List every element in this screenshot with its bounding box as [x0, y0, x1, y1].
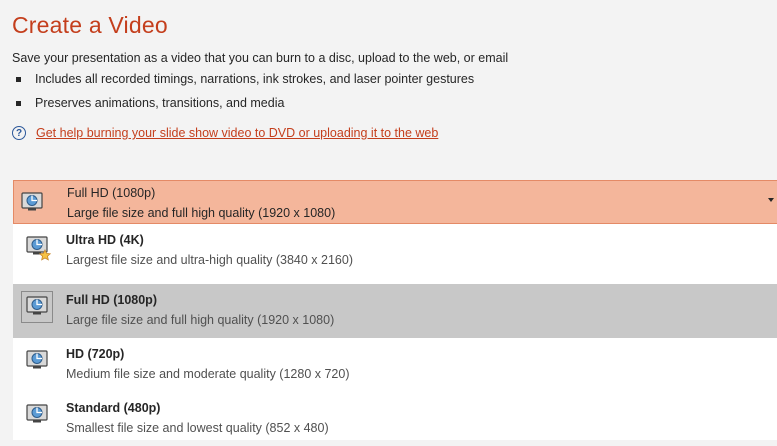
- quality-menu: Ultra HD (4K) Largest file size and ultr…: [13, 224, 777, 440]
- option-full-hd[interactable]: Full HD (1080p) Large file size and full…: [13, 284, 777, 338]
- feature-item: Includes all recorded timings, narration…: [16, 72, 474, 96]
- selected-quality-name: Full HD (1080p): [67, 186, 156, 200]
- help-row: ? Get help burning your slide show video…: [12, 126, 438, 140]
- help-link[interactable]: Get help burning your slide show video t…: [36, 126, 438, 140]
- display-icon: [26, 296, 48, 321]
- question-circle-icon: ?: [12, 126, 26, 140]
- description-text: Save your presentation as a video that y…: [12, 51, 509, 65]
- option-name: Full HD (1080p): [66, 293, 157, 307]
- quality-dropdown[interactable]: Full HD (1080p) Large file size and full…: [13, 180, 777, 224]
- option-ultra-hd[interactable]: Ultra HD (4K) Largest file size and ultr…: [13, 224, 777, 278]
- option-detail: Smallest file size and lowest quality (8…: [66, 421, 329, 435]
- display-icon: [21, 192, 43, 217]
- display-icon: [26, 350, 48, 375]
- bullet-icon: [16, 101, 21, 106]
- option-standard[interactable]: Standard (480p) Smallest file size and l…: [13, 392, 777, 446]
- option-detail: Largest file size and ultra-high quality…: [66, 253, 353, 267]
- feature-item: Preserves animations, transitions, and m…: [16, 96, 474, 120]
- feature-list: Includes all recorded timings, narration…: [16, 72, 474, 120]
- option-detail: Large file size and full high quality (1…: [66, 313, 335, 327]
- display-icon: [26, 404, 48, 429]
- bullet-icon: [16, 77, 21, 82]
- selected-quality-detail: Large file size and full high quality (1…: [67, 206, 336, 220]
- option-name: Standard (480p): [66, 401, 161, 415]
- page-title: Create a Video: [12, 12, 168, 38]
- option-name: Ultra HD (4K): [66, 233, 144, 247]
- display-star-icon: [26, 236, 52, 267]
- option-name: HD (720p): [66, 347, 125, 361]
- option-hd[interactable]: HD (720p) Medium file size and moderate …: [13, 338, 777, 392]
- option-detail: Medium file size and moderate quality (1…: [66, 367, 350, 381]
- chevron-down-icon[interactable]: [768, 198, 774, 202]
